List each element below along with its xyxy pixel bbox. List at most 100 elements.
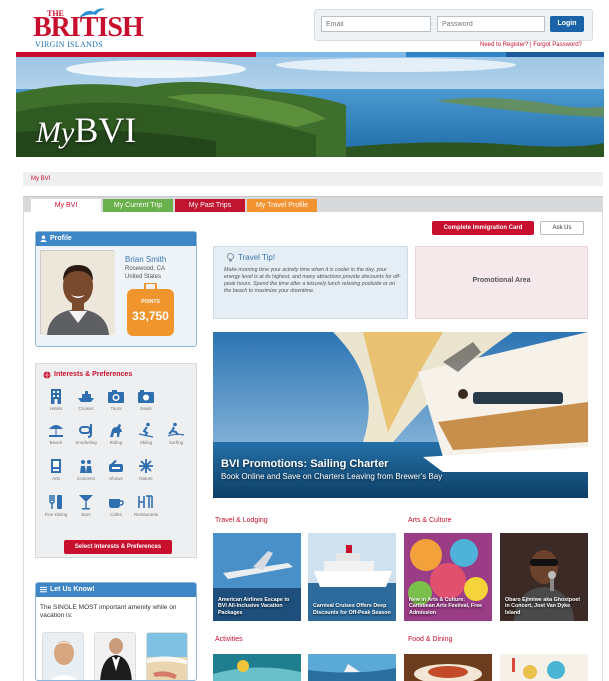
interest-label: Skiing — [139, 440, 153, 445]
points-value: 33,750 — [132, 309, 169, 323]
interest-label: Arts — [51, 476, 60, 481]
interest-fine-dining[interactable]: Fine Dining — [42, 494, 70, 517]
card-ghostpoet-concert[interactable]: Obaro Ejimiwe aka Ghostpoet in Concert, … — [500, 533, 588, 621]
interest-label: Snorkeling — [75, 440, 97, 445]
deals-icon — [138, 390, 154, 403]
banner-title: BVI Promotions: Sailing Charter — [221, 458, 389, 470]
interest-bars[interactable]: Bars — [72, 494, 100, 517]
card-carnival-cruises[interactable]: Carnival Cruises Offers Deep Discounts f… — [308, 533, 396, 621]
interests-globe-icon — [43, 371, 51, 379]
promotional-area[interactable]: Promotional Area — [415, 246, 588, 319]
tab-current-trip[interactable]: My Current Trip — [103, 199, 173, 213]
ski-icon — [138, 422, 154, 438]
brand-logo[interactable]: THE BRITISH VIRGIN ISLANDS — [0, 0, 144, 52]
section-travel-lodging[interactable]: Travel & Lodging — [215, 517, 268, 524]
interest-hotels[interactable]: Hotels — [42, 388, 70, 411]
interest-nature[interactable]: Nature — [132, 458, 160, 481]
cruise-icon — [78, 391, 94, 402]
nature-icon — [139, 459, 153, 473]
interest-snorkeling[interactable]: Snorkeling — [72, 422, 100, 445]
banner-subtitle: Book Online and Save on Charters Leaving… — [221, 472, 443, 481]
let-us-know-heading-text: Let Us Know! — [50, 586, 95, 593]
card-caption: Carnival Cruises Offers Deep Discounts f… — [313, 603, 391, 616]
interest-label: Cruises — [78, 406, 94, 411]
interest-cafes[interactable]: Cafes — [102, 494, 130, 517]
points-badge[interactable]: POINTS 33,750 — [127, 283, 174, 336]
amenity-option-beach[interactable] — [146, 632, 188, 680]
interest-shows[interactable]: Shows — [102, 458, 130, 481]
travel-tip-title: Travel Tip! — [238, 253, 276, 262]
tab-travel-profile[interactable]: My Travel Profile — [247, 199, 317, 213]
interest-beach[interactable]: Beach — [42, 422, 70, 445]
card-activity-1[interactable] — [213, 654, 301, 681]
section-arts-culture[interactable]: Arts & Culture — [408, 517, 452, 524]
interest-label: Hotels — [49, 406, 63, 411]
card-american-airlines[interactable]: American Airlines Escape to BVI All-Incl… — [213, 533, 301, 621]
restaurant-icon — [138, 495, 153, 508]
card-caption: American Airlines Escape to BVI All-Incl… — [218, 596, 290, 616]
shows-icon — [109, 460, 123, 472]
ask-us-button[interactable]: Ask Us — [540, 221, 584, 235]
let-us-know-panel: Let Us Know! The SINGLE MOST important a… — [35, 582, 197, 681]
interest-restaurants[interactable]: Restaurants — [132, 494, 160, 517]
section-food-dining[interactable]: Food & Dining — [408, 636, 452, 643]
amenity-option-spa[interactable] — [42, 632, 84, 680]
tab-past-trips[interactable]: My Past Trips — [175, 199, 245, 213]
interest-cruises[interactable]: Cruises — [72, 388, 100, 411]
camera-icon — [108, 390, 124, 403]
card-activity-2[interactable] — [308, 654, 396, 681]
interests-heading: Interests & Preferences — [54, 371, 133, 378]
horse-icon — [110, 424, 122, 437]
profile-panel: Profile Brian Smith Rosewood, CA United … — [35, 231, 197, 347]
amenity-option-butler[interactable] — [94, 632, 136, 680]
interest-concerts[interactable]: Concerts — [72, 458, 100, 481]
section-activities[interactable]: Activities — [215, 636, 243, 643]
interest-label: Nature — [139, 476, 153, 481]
breadcrumb[interactable]: My BVI — [23, 172, 603, 186]
login-box: Login — [314, 9, 593, 41]
user-icon — [40, 235, 47, 242]
promotional-area-label: Promotional Area — [472, 277, 531, 284]
interest-label: Surfing — [168, 440, 184, 445]
lightbulb-icon — [227, 253, 234, 262]
register-link[interactable]: Need to Register? | Forgot Password? — [480, 42, 582, 48]
profile-heading: Profile — [36, 232, 196, 246]
login-button[interactable]: Login — [550, 16, 584, 32]
tab-bar: My BVI My Current Trip My Past Trips My … — [23, 196, 603, 213]
coffee-icon — [109, 499, 124, 508]
suitcase-icon — [144, 283, 157, 291]
interest-label: Shows — [109, 476, 123, 481]
interest-label: Bars — [81, 512, 91, 517]
list-icon — [40, 586, 47, 593]
interest-label: Tours — [110, 406, 122, 411]
profile-city: Rosewood, CA — [125, 266, 166, 272]
profile-country: United States — [125, 274, 162, 280]
complete-immigration-card-button[interactable]: Complete Immigration Card — [432, 221, 534, 235]
travel-tip-body: Make morning time your activity time whe… — [224, 267, 401, 294]
interest-arts[interactable]: Arts — [42, 458, 70, 481]
beach-icon — [49, 425, 63, 437]
card-arts-festival[interactable]: New in Arts & Culture: Caribbean Arts Fe… — [404, 533, 492, 621]
sailing-charter-banner[interactable]: BVI Promotions: Sailing Charter Book Onl… — [213, 332, 588, 498]
email-input[interactable] — [321, 16, 431, 32]
hotel-icon — [51, 389, 61, 404]
card-food-2[interactable] — [500, 654, 588, 681]
card-food-1[interactable] — [404, 654, 492, 681]
arts-icon — [51, 459, 61, 473]
interest-label: Fine Dining — [44, 512, 68, 517]
tab-my-bvi[interactable]: My BVI — [31, 199, 101, 213]
avatar[interactable] — [40, 250, 115, 335]
password-input[interactable] — [437, 16, 545, 32]
select-interests-button[interactable]: Select Interests & Preferences — [64, 540, 172, 554]
interest-skiing[interactable]: Skiing — [132, 422, 160, 445]
interest-surfing[interactable]: Surfing — [162, 422, 190, 445]
profile-name[interactable]: Brian Smith — [125, 255, 166, 264]
interest-tours[interactable]: Tours — [102, 388, 130, 411]
interests-panel: Interests & Preferences Hotels Cruises T… — [35, 363, 197, 558]
hero-banner: MyBVI — [16, 57, 604, 157]
interest-label: Deals — [140, 406, 152, 411]
hero-title: MyBVI — [36, 109, 136, 151]
interest-deals[interactable]: Deals — [132, 388, 160, 411]
interest-riding[interactable]: Riding — [102, 422, 130, 445]
travel-tip-panel: Travel Tip! Make morning time your activ… — [213, 246, 408, 319]
